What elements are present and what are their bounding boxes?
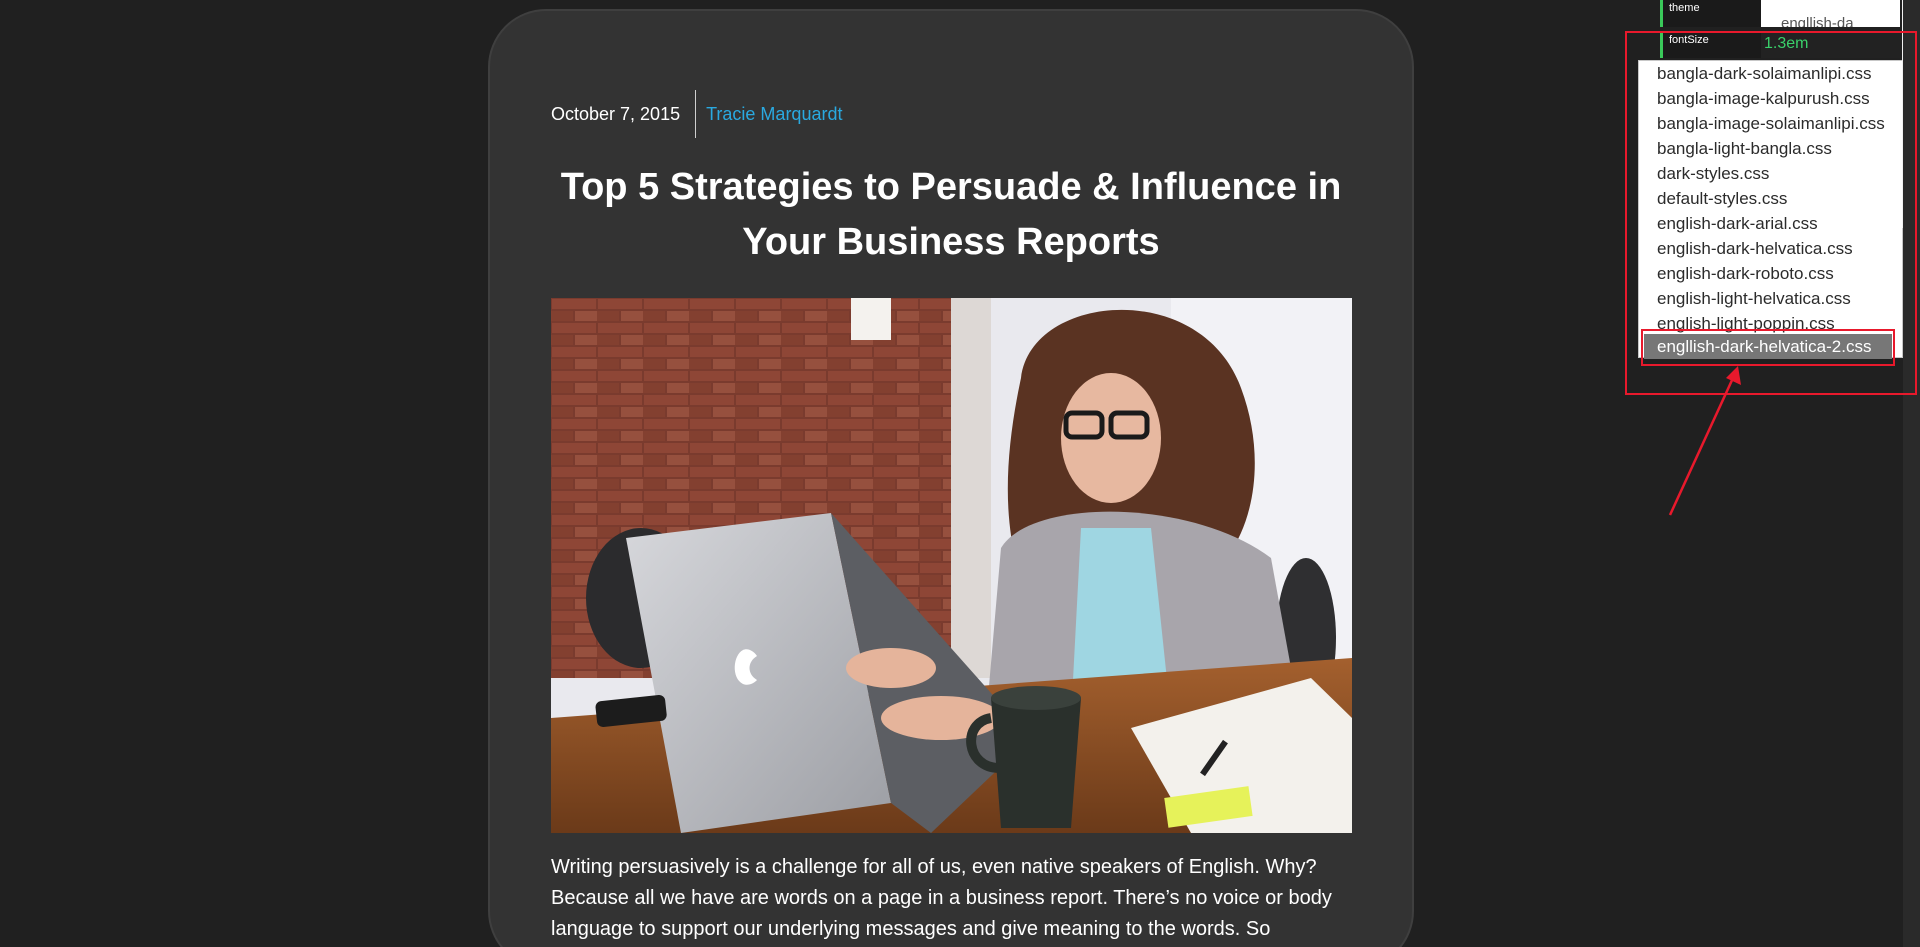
meta-divider — [695, 90, 697, 138]
article-body: Writing persuasively is a challenge for … — [551, 856, 1332, 940]
dropdown-option[interactable]: dark-styles.css — [1639, 161, 1902, 186]
theme-select[interactable]: engllish-da — [1761, 0, 1900, 27]
dropdown-option[interactable]: default-styles.css — [1639, 186, 1902, 211]
dropdown-option[interactable]: bangla-image-solaimanlipi.css — [1639, 111, 1902, 136]
article-meta: October 7, 2015 Tracie Marquardt — [551, 90, 842, 138]
page: October 7, 2015 Tracie Marquardt Top 5 S… — [0, 0, 1920, 947]
dropdown-option-selected[interactable]: engllish-dark-helvatica-2.css — [1644, 334, 1892, 359]
theme-label: theme — [1660, 0, 1761, 27]
article-date: October 7, 2015 — [551, 103, 681, 124]
dropdown-option[interactable]: bangla-dark-solaimanlipi.css — [1639, 61, 1902, 86]
dropdown-option[interactable]: english-light-helvatica.css — [1639, 286, 1902, 311]
font-size-label: fontSize — [1660, 32, 1761, 58]
author-link[interactable]: Tracie Marquardt — [706, 104, 842, 125]
font-size-input[interactable]: 1.3em — [1761, 32, 1900, 58]
page-scrollbar[interactable] — [1903, 0, 1920, 947]
theme-dropdown-list[interactable]: bangla-dark-solaimanlipi.css bangla-imag… — [1638, 60, 1903, 359]
dropdown-option[interactable]: english-light-poppin.css — [1639, 311, 1902, 334]
font-size-setting-row: fontSize 1.3em — [1660, 32, 1900, 58]
article-hero-image — [551, 298, 1352, 833]
dropdown-option[interactable]: english-dark-arial.css — [1639, 211, 1902, 236]
dropdown-option[interactable]: bangla-light-bangla.css — [1639, 136, 1902, 161]
dropdown-option[interactable]: english-dark-helvatica.css — [1639, 236, 1902, 261]
article-title: Top 5 Strategies to Persuade & Influence… — [560, 166, 1342, 263]
dropdown-option[interactable]: english-dark-roboto.css — [1639, 261, 1902, 286]
dropdown-option[interactable]: bangla-image-kalpurush.css — [1639, 86, 1902, 111]
theme-setting-row: theme engllish-da — [1660, 0, 1900, 27]
